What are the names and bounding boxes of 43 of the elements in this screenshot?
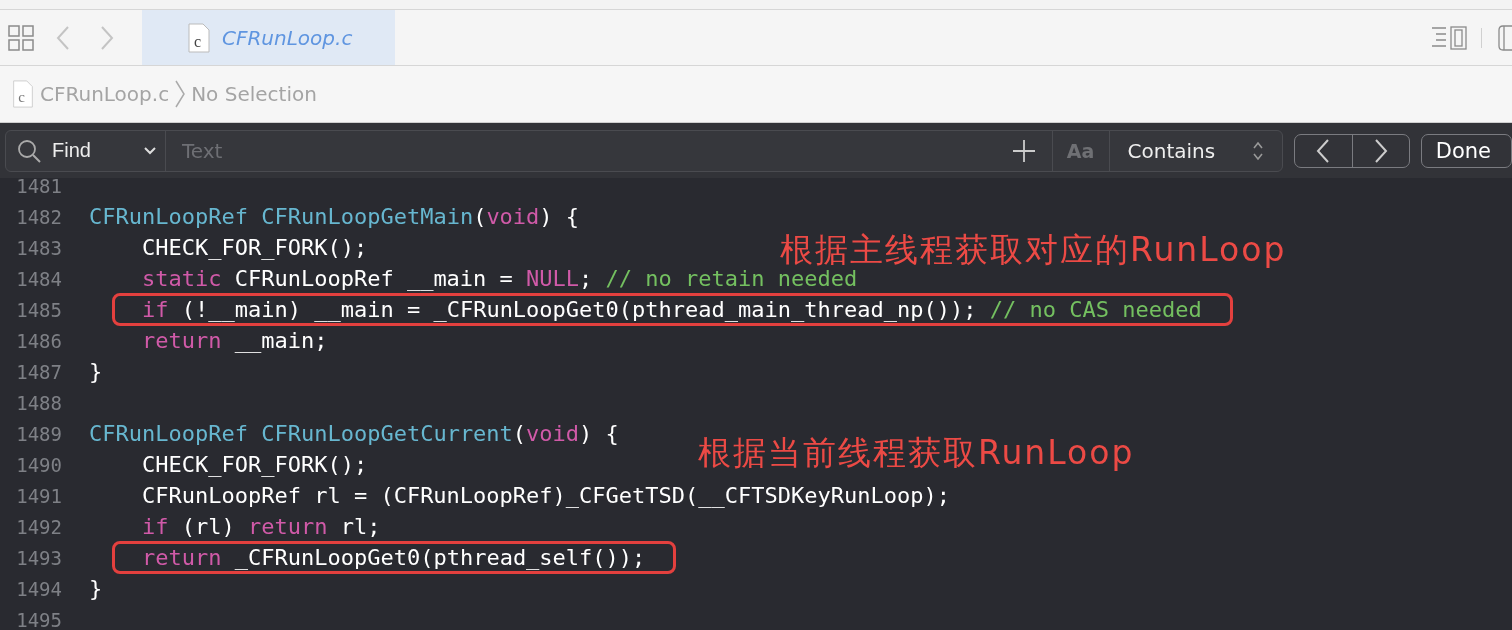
code-line: CFRunLoopRef CFRunLoopGetMain(void) { xyxy=(89,204,580,229)
code-line: CHECK_FOR_FORK(); xyxy=(140,235,368,260)
code-line: CFRunLoopRef rl = (CFRunLoopRef)_CFGetTSD(__CFTSDKeyRunLoop); xyxy=(140,483,950,508)
search-field[interactable]: Text xyxy=(166,130,1012,171)
annotation-text: 根据当前线程获取RunLoop xyxy=(698,432,1135,474)
done-button[interactable]: Done xyxy=(1420,133,1512,168)
grid-icon[interactable] xyxy=(8,24,34,51)
inspector-layout-icon[interactable] xyxy=(1431,25,1467,50)
line-number: 1490 xyxy=(15,453,62,476)
code-line: } xyxy=(89,359,103,384)
code-line: } xyxy=(89,576,103,601)
line-number: 1495 xyxy=(15,608,62,630)
line-number: 1486 xyxy=(15,329,62,352)
line-number: 1481 xyxy=(15,178,62,197)
find-field[interactable]: Find Text Aa Contains xyxy=(5,129,1283,172)
panel-icon[interactable] xyxy=(1498,24,1512,51)
code-line: CHECK_FOR_FORK(); xyxy=(140,452,368,477)
line-number: 1493 xyxy=(15,546,62,569)
c-file-icon: c xyxy=(12,80,34,108)
line-number: 1487 xyxy=(15,360,62,383)
line-number: 1485 xyxy=(15,298,62,321)
line-number: 1483 xyxy=(15,236,62,259)
line-number: 1482 xyxy=(15,205,62,228)
chevron-right-icon xyxy=(1373,137,1388,164)
line-number: 1489 xyxy=(15,422,62,445)
line-number: 1494 xyxy=(15,577,62,600)
search-icon xyxy=(16,137,42,164)
find-mode-menu[interactable]: Find xyxy=(6,130,166,171)
chevron-down-icon xyxy=(143,145,157,156)
plus-icon[interactable] xyxy=(1011,138,1036,163)
chevron-icon xyxy=(175,80,186,108)
code-line: if (rl) return rl; xyxy=(140,514,381,539)
line-number: 1488 xyxy=(15,391,62,414)
up-down-icon xyxy=(1251,139,1264,162)
c-file-icon: c xyxy=(188,22,210,53)
chevron-left-icon xyxy=(1316,137,1331,164)
code-line: CFRunLoopRef CFRunLoopGetCurrent(void) { xyxy=(89,421,619,446)
line-number: 1484 xyxy=(15,267,62,290)
match-type-popup[interactable]: Contains xyxy=(1109,130,1282,171)
line-number: 1492 xyxy=(15,515,62,538)
code-line: return __main; xyxy=(140,328,328,353)
editor-tab[interactable]: c CFRunLoop.c xyxy=(142,10,395,65)
line-number: 1491 xyxy=(15,484,62,507)
